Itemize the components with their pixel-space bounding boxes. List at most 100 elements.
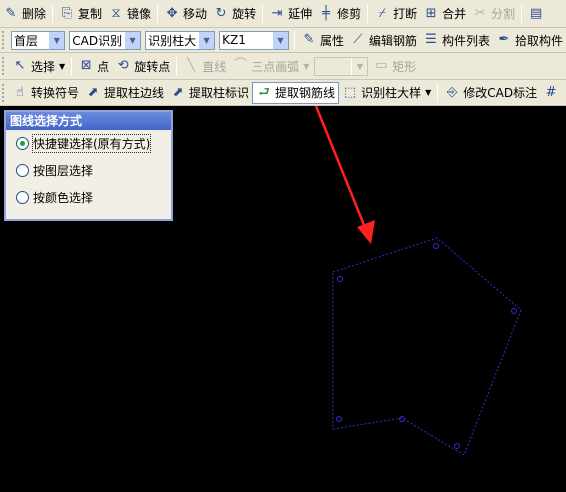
list-icon: ☰ (425, 32, 437, 47)
line-label: 直线 (202, 59, 227, 74)
edit-toolbar: ✎ 删除 ⎘ 复制 ⧖ 镜像 ✥ 移动 ↻ 旋转 ⇥ 延伸 ╪ 修剪 ⌿ 打断 ⊞ 合并 ✂ 分割 … (0, 0, 566, 28)
toolbar-grip[interactable] (2, 57, 6, 75)
chevron-down-icon: ▼ (48, 31, 65, 49)
toolbar-separator (71, 57, 73, 75)
rotate-icon: ↻ (215, 5, 227, 21)
recognize-column-detail-button[interactable]: ⬚ 识别柱大样 ▼ (339, 82, 434, 104)
break-label: 打断 (393, 7, 418, 21)
toolbar-separator (176, 57, 178, 75)
more-tools-button[interactable]: ▤ (525, 3, 547, 25)
column-section-outline[interactable] (332, 237, 522, 456)
rotate-button[interactable]: ↻ 旋转 (210, 3, 259, 25)
convert-symbol-button[interactable]: ☝ 转换符号 (9, 82, 82, 104)
chevron-down-icon: ▼ (198, 31, 215, 49)
recognize-detail-icon: ⬚ (343, 84, 357, 100)
trim-label: 修剪 (337, 7, 362, 21)
column-recognize-select[interactable]: 识别柱大 ▼ (145, 30, 216, 50)
mirror-button[interactable]: ⧖ 镜像 (105, 3, 154, 25)
three-point-arc-button[interactable]: ⌒ 三点画弧 ▼ (229, 55, 312, 77)
radio-unchecked-icon[interactable] (16, 164, 29, 177)
extract-column-mark-button[interactable]: ⬈ 提取柱标识 (167, 82, 252, 104)
radio-checked-icon[interactable] (16, 137, 29, 150)
caret-down-icon: ▼ (303, 61, 310, 71)
copy-button[interactable]: ⎘ 复制 (56, 3, 105, 25)
rebar-point[interactable] (454, 443, 460, 449)
three-point-arc-label: 三点画弧 (251, 59, 300, 74)
extract-column-edge-button[interactable]: ⬈ 提取柱边线 (82, 82, 167, 104)
properties-button[interactable]: ✎ 属性 (298, 29, 347, 51)
component-list-button[interactable]: ☰ 构件列表 (420, 29, 493, 51)
column-recognize-value: 识别柱大 (148, 33, 197, 48)
column-name-select[interactable]: KZ1 ▼ (219, 30, 289, 50)
rebar-point[interactable] (433, 243, 439, 249)
toolbar-separator (262, 4, 264, 23)
rectangle-icon: ▭ (375, 58, 388, 73)
option-layer-select[interactable]: 按图层选择 (6, 157, 171, 184)
rotate-point-label: 旋转点 (134, 59, 171, 74)
extract-rebar-line-button[interactable]: ⮐ 提取钢筋线 (252, 81, 340, 104)
break-icon: ⌿ (378, 5, 387, 21)
grid-tool-button[interactable]: # (540, 82, 562, 104)
split-label: 分割 (491, 7, 516, 21)
rebar-point[interactable] (399, 416, 405, 422)
delete-label: 删除 (22, 7, 47, 21)
rect-button[interactable]: ▭ 矩形 (370, 55, 419, 77)
extract-column-edge-label: 提取柱边线 (104, 86, 165, 100)
move-label: 移动 (183, 7, 208, 21)
edit-rebar-label: 编辑钢筋 (368, 33, 417, 48)
properties-icon: ✎ (303, 32, 315, 47)
floor-select-value: 首层 (13, 33, 38, 48)
rebar-line-icon: ⮐ (258, 84, 270, 100)
point-button[interactable]: ⊠ 点 (75, 55, 112, 77)
select-button[interactable]: ↖ 选择 ▼ (9, 55, 68, 77)
caret-down-icon: ▼ (59, 61, 66, 71)
extract-edge-icon: ⬈ (87, 84, 99, 100)
convert-symbol-label: 转换符号 (31, 86, 80, 100)
line-icon: ╲ (187, 58, 196, 73)
line-button[interactable]: ╲ 直线 (180, 55, 229, 77)
option-shortcut-select[interactable]: 快捷键选择(原有方式) (6, 130, 171, 157)
extend-button[interactable]: ⇥ 延伸 (266, 3, 315, 25)
extract-mark-icon: ⬈ (172, 84, 184, 100)
caret-down-icon: ▼ (425, 88, 432, 97)
rebar-points[interactable] (336, 243, 517, 449)
toolbar-grip[interactable] (2, 83, 6, 102)
edit-rebar-button[interactable]: ⟋ 编辑钢筋 (347, 29, 420, 51)
trim-button[interactable]: ╪ 修剪 (315, 3, 364, 25)
rebar-point[interactable] (337, 276, 343, 282)
point-label: 点 (97, 59, 110, 74)
copy-label: 复制 (78, 7, 103, 21)
chevron-down-icon: ▼ (351, 57, 368, 75)
split-button[interactable]: ✂ 分割 (469, 3, 518, 25)
option-label: 快捷键选择(原有方式) (31, 134, 152, 153)
cad-recognize-select[interactable]: CAD识别 ▼ (69, 30, 142, 50)
toolbar-grip[interactable] (2, 31, 6, 49)
rect-label: 矩形 (392, 59, 417, 74)
radio-unchecked-icon[interactable] (16, 191, 29, 204)
merge-icon: ⊞ (425, 5, 437, 21)
move-button[interactable]: ✥ 移动 (161, 3, 210, 25)
chevron-down-icon: ▼ (271, 31, 288, 49)
recognize-column-detail-label: 识别柱大样 (361, 86, 422, 100)
rebar-point[interactable] (336, 416, 342, 422)
rebar-point[interactable] (511, 308, 517, 314)
modify-cad-mark-button[interactable]: ⎆ 修改CAD标注 (441, 82, 540, 104)
break-button[interactable]: ⌿ 打断 (371, 3, 420, 25)
pick-component-button[interactable]: ✒ 拾取构件 (493, 29, 566, 51)
select-label: 选择 (31, 59, 56, 74)
merge-button[interactable]: ⊞ 合并 (420, 3, 469, 25)
cad-recognize-toolbar: ☝ 转换符号 ⬈ 提取柱边线 ⬈ 提取柱标识 ⮐ 提取钢筋线 ⬚ 识别柱大样 ▼ ⎆ 修改CA… (0, 80, 566, 106)
chevron-down-icon: ▼ (124, 31, 141, 49)
rotate-point-button[interactable]: ⟲ 旋转点 (112, 55, 173, 77)
extract-rebar-line-label: 提取钢筋线 (275, 86, 336, 100)
extend-icon: ⇥ (271, 5, 283, 21)
convert-icon: ☝ (16, 84, 24, 100)
toolbar-separator (52, 4, 54, 23)
arc-option-select[interactable]: ▼ (314, 56, 369, 76)
modify-mark-icon: ⎆ (447, 84, 458, 100)
extract-column-mark-label: 提取柱标识 (189, 86, 250, 100)
document-icon: ▤ (530, 5, 543, 21)
floor-select[interactable]: 首层 ▼ (10, 30, 66, 50)
option-color-select[interactable]: 按颜色选择 (6, 184, 171, 211)
delete-button[interactable]: ✎ 删除 (0, 3, 49, 25)
